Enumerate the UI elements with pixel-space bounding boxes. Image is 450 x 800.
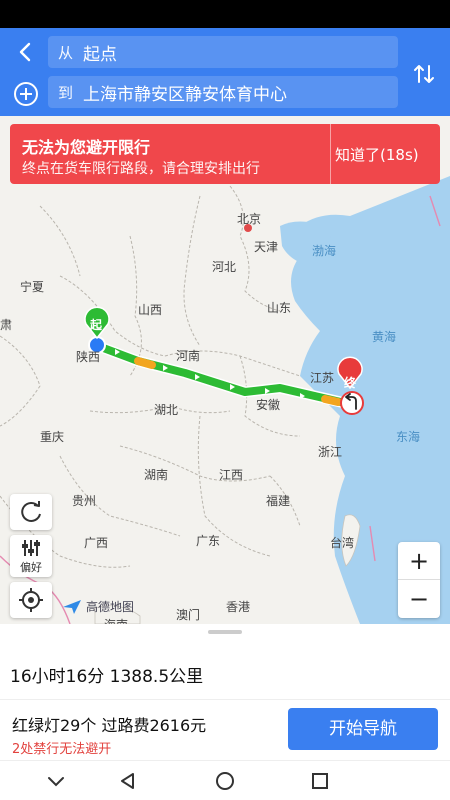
map-label-hunan: 湖南 <box>144 468 169 482</box>
zoom-in-button[interactable]: + <box>398 542 440 580</box>
map-label-hainan: 海南 <box>104 616 128 624</box>
map-label-guangxi: 广西 <box>84 536 109 550</box>
map-label-jiangsu: 江苏 <box>310 371 335 385</box>
amap-logo-icon <box>63 599 81 614</box>
home-circle-icon[interactable] <box>213 769 237 793</box>
plus-circle-icon <box>14 82 38 106</box>
end-pin-label: 终 <box>344 376 357 390</box>
start-navigation-button[interactable]: 开始导航 <box>288 708 438 750</box>
locate-button[interactable] <box>10 582 52 618</box>
destination-field[interactable]: 到 上海市静安区静安体育中心 <box>48 76 398 108</box>
route-details: 红绿灯29个 过路费2616元 <box>12 716 207 735</box>
chevron-down-icon[interactable] <box>44 769 68 793</box>
restriction-banner: 无法为您避开限行 终点在货车限行路段，请合理安排出行 知道了(18s) <box>10 124 440 184</box>
back-triangle-icon[interactable] <box>116 769 140 793</box>
system-nav-bar <box>0 760 450 800</box>
back-button[interactable] <box>12 38 40 66</box>
restriction-subtitle: 终点在货车限行路段，请合理安排出行 <box>22 161 260 177</box>
route-summary: 16小时16分 1388.5公里 <box>10 667 204 687</box>
origin-prefix: 从 <box>58 43 74 62</box>
zoom-out-button[interactable]: − <box>398 580 440 618</box>
route-warning: 2处禁行无法避开 <box>12 742 112 757</box>
map-label-shaanxi: 陕西 <box>76 350 101 364</box>
map-label-fujian: 福建 <box>266 494 291 508</box>
sliders-icon <box>22 540 40 556</box>
swap-arrows-icon <box>414 65 434 83</box>
map-label-ningxia: 宁夏 <box>20 280 45 294</box>
preference-button[interactable]: 偏好 <box>10 535 52 577</box>
route-header: 从 起点 到 上海市静安区静安体育中心 <box>0 28 450 116</box>
restriction-title: 无法为您避开限行 <box>22 138 151 157</box>
preference-label: 偏好 <box>20 561 42 574</box>
refresh-route-button[interactable] <box>10 494 52 530</box>
destination-prefix: 到 <box>58 83 74 102</box>
map-label-hongkong: 香港 <box>226 600 251 614</box>
recents-square-icon[interactable] <box>308 769 332 793</box>
status-bar <box>0 0 450 28</box>
map-label-hebei: 河北 <box>212 260 237 274</box>
zoom-controls: + − <box>398 542 440 618</box>
destination-value: 上海市静安区静安体育中心 <box>83 84 288 105</box>
swap-button[interactable] <box>410 60 438 88</box>
map-label-bohai: 渤海 <box>312 244 337 258</box>
restriction-dismiss-button[interactable]: 知道了(18s) <box>335 144 419 165</box>
locate-icon <box>19 588 43 612</box>
map-label-hubei: 湖北 <box>154 403 179 417</box>
map-label-tianjin: 天津 <box>254 240 279 254</box>
map-view[interactable]: 北京 天津 渤海 河北 宁夏 山西 山东 黄海 肃 起 陕西 河南 江苏 终 安… <box>0 116 450 624</box>
map-label-zhejiang: 浙江 <box>318 445 343 459</box>
map-label-shandong: 山东 <box>267 301 292 315</box>
map-base <box>0 116 450 624</box>
map-label-taiwan: 台湾 <box>330 536 355 550</box>
start-pin-label: 起 <box>90 318 103 332</box>
map-label-guizhou: 贵州 <box>72 494 97 508</box>
sheet-handle[interactable] <box>208 630 242 634</box>
map-label-anhui: 安徽 <box>256 398 281 412</box>
map-label-macau: 澳门 <box>176 608 201 622</box>
amap-logo: 高德地图 <box>62 598 134 615</box>
map-label-beijing: 北京 <box>237 212 262 226</box>
map-label-gansu-partial: 肃 <box>0 318 13 332</box>
map-label-henan: 河南 <box>176 349 201 363</box>
refresh-icon <box>21 501 41 522</box>
map-label-shanxi: 山西 <box>138 303 163 317</box>
add-waypoint-button[interactable] <box>12 80 40 108</box>
origin-field[interactable]: 从 起点 <box>48 36 398 68</box>
amap-logo-text: 高德地图 <box>86 600 135 614</box>
map-label-jiangxi: 江西 <box>219 468 244 482</box>
origin-value: 起点 <box>83 44 118 65</box>
map-label-chongqing: 重庆 <box>40 430 65 444</box>
restriction-divider <box>330 124 331 184</box>
map-label-donghai: 东海 <box>396 430 421 444</box>
map-label-guangdong: 广东 <box>196 534 221 548</box>
chevron-left-icon <box>19 42 31 62</box>
sheet-divider <box>0 699 450 700</box>
route-summary-sheet: 16小时16分 1388.5公里 红绿灯29个 过路费2616元 2处禁行无法避… <box>0 624 450 760</box>
map-label-huanghai: 黄海 <box>372 330 397 344</box>
